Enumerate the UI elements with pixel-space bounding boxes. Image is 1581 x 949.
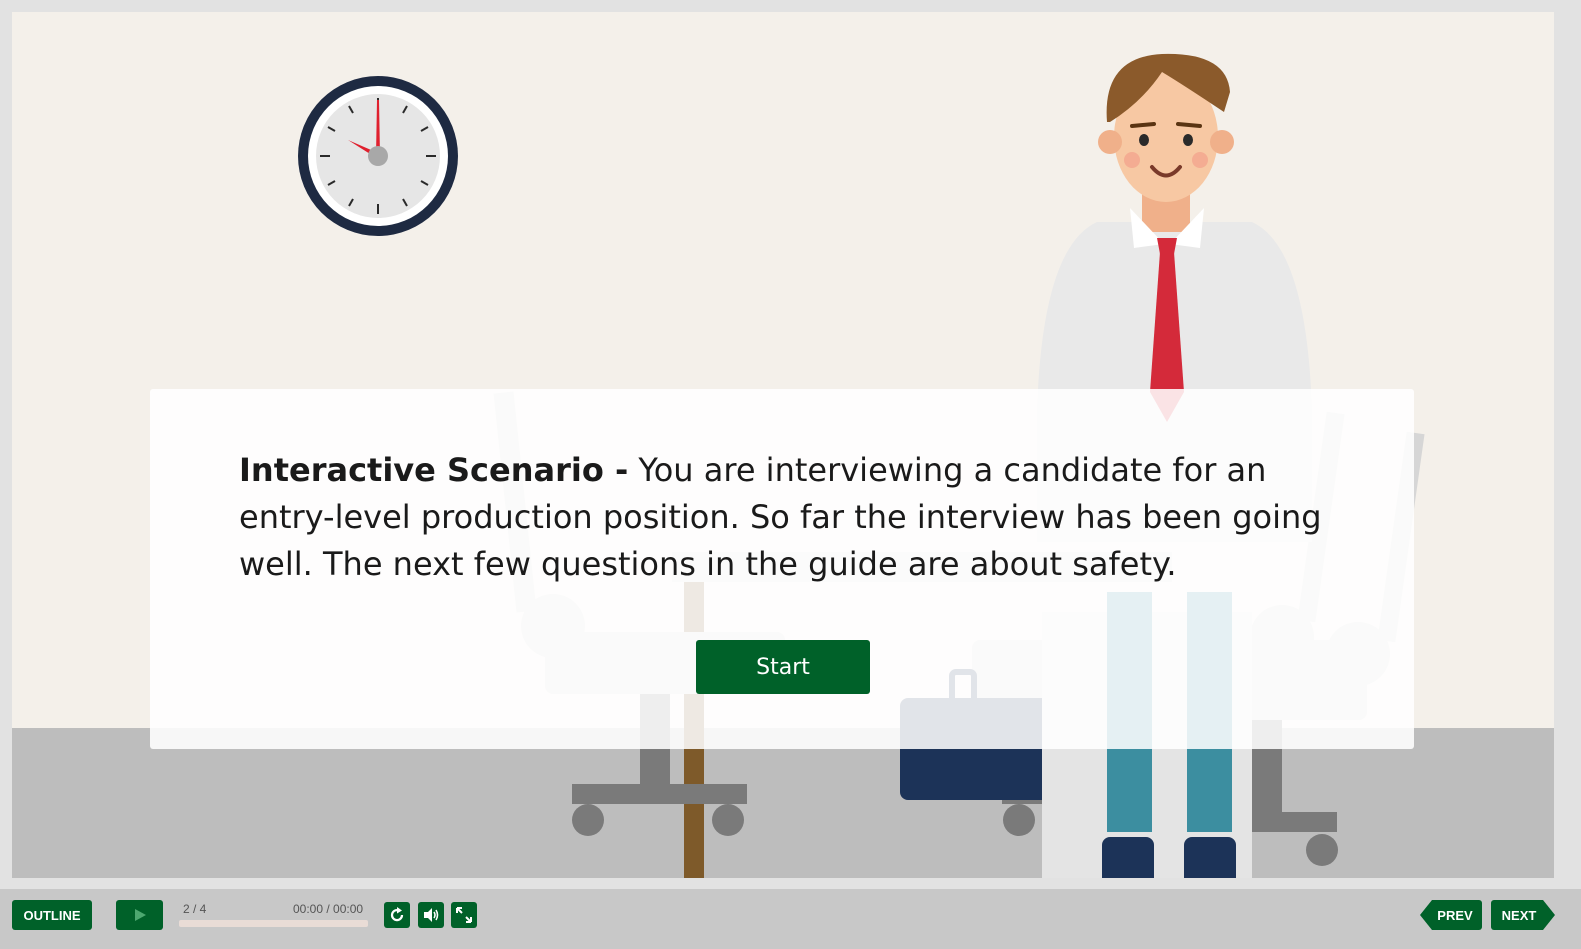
next-button[interactable]: NEXT [1491, 900, 1555, 930]
start-button[interactable]: Start [696, 640, 870, 694]
slide-counter: 2 / 4 [183, 902, 207, 916]
volume-button[interactable] [418, 902, 444, 928]
outline-button[interactable]: OUTLINE [12, 900, 92, 930]
volume-icon [424, 908, 439, 922]
scenario-dialog: Interactive Scenario - You are interview… [150, 389, 1414, 749]
replay-icon [390, 907, 404, 922]
fullscreen-button[interactable] [451, 902, 477, 928]
prev-button[interactable]: PREV [1420, 900, 1482, 930]
play-button[interactable] [116, 900, 163, 930]
fullscreen-icon [456, 907, 472, 923]
player-toolbar: OUTLINE 2 / 4 00:00 / 00:00 PREV NEXT [0, 889, 1581, 949]
progress-bar[interactable] [179, 920, 368, 927]
slide-stage: Interactive Scenario - You are interview… [12, 12, 1554, 878]
clock-icon [298, 76, 458, 236]
scenario-title: Interactive Scenario - [239, 451, 629, 489]
scenario-text: Interactive Scenario - You are interview… [239, 447, 1349, 588]
play-icon [134, 909, 146, 921]
time-display: 00:00 / 00:00 [293, 902, 364, 916]
replay-button[interactable] [384, 902, 410, 928]
